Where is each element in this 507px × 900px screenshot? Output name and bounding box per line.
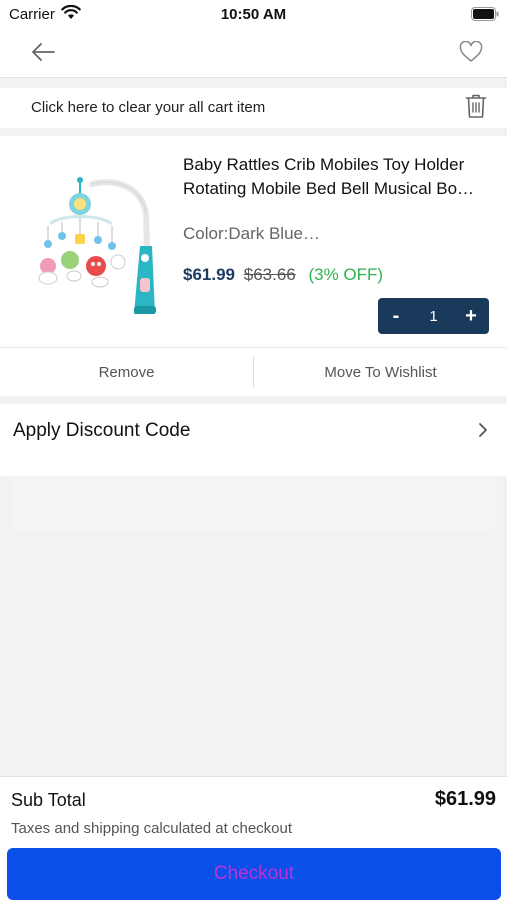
heart-icon bbox=[459, 40, 483, 68]
quantity-stepper: - 1 + bbox=[378, 298, 489, 334]
status-time: 10:50 AM bbox=[220, 6, 287, 23]
price-original: $63.66 bbox=[243, 265, 296, 284]
increase-quantity-button[interactable]: + bbox=[453, 298, 489, 334]
trash-icon bbox=[465, 93, 487, 124]
cart-item: Baby Rattles Crib Mobiles Toy Holder Rot… bbox=[0, 136, 507, 396]
discount-percent: (3% OFF) bbox=[308, 265, 384, 284]
back-arrow-icon bbox=[30, 42, 56, 67]
checkout-footer: Sub Total $61.99 Taxes and shipping calc… bbox=[0, 776, 507, 900]
discount-code-label: Apply Discount Code bbox=[13, 420, 191, 441]
product-color: Color:Dark Blue… bbox=[183, 224, 320, 243]
subtotal-value: $61.99 bbox=[434, 788, 496, 810]
move-to-wishlist-button[interactable]: Move To Wishlist bbox=[254, 348, 507, 396]
tax-note: Taxes and shipping calculated at checkou… bbox=[11, 820, 293, 837]
price-current: $61.99 bbox=[183, 265, 235, 284]
battery-icon bbox=[471, 7, 499, 26]
item-actions: Remove Move To Wishlist bbox=[0, 347, 507, 396]
remove-button[interactable]: Remove bbox=[0, 348, 253, 396]
product-image[interactable] bbox=[30, 166, 165, 321]
price-row: $61.99 $63.66 (3% OFF) bbox=[183, 265, 383, 285]
empty-card bbox=[12, 476, 496, 530]
subtotal-label: Sub Total bbox=[11, 790, 86, 810]
decrease-quantity-button[interactable]: - bbox=[378, 298, 414, 334]
wishlist-button[interactable] bbox=[455, 38, 487, 70]
status-bar: Carrier 10:50 AM bbox=[0, 0, 507, 30]
checkout-button[interactable]: Checkout bbox=[7, 848, 501, 900]
chevron-right-icon bbox=[478, 422, 488, 443]
clear-cart-text[interactable]: Click here to clear your all cart item bbox=[31, 99, 265, 116]
nav-bar bbox=[0, 30, 507, 78]
clear-cart-bar[interactable]: Click here to clear your all cart item bbox=[0, 88, 507, 128]
clear-cart-button[interactable] bbox=[462, 94, 490, 122]
quantity-value: 1 bbox=[429, 307, 438, 325]
product-title[interactable]: Baby Rattles Crib Mobiles Toy Holder Rot… bbox=[183, 153, 495, 201]
apply-discount-code-row[interactable]: Apply Discount Code bbox=[0, 404, 507, 476]
back-button[interactable] bbox=[27, 38, 59, 70]
